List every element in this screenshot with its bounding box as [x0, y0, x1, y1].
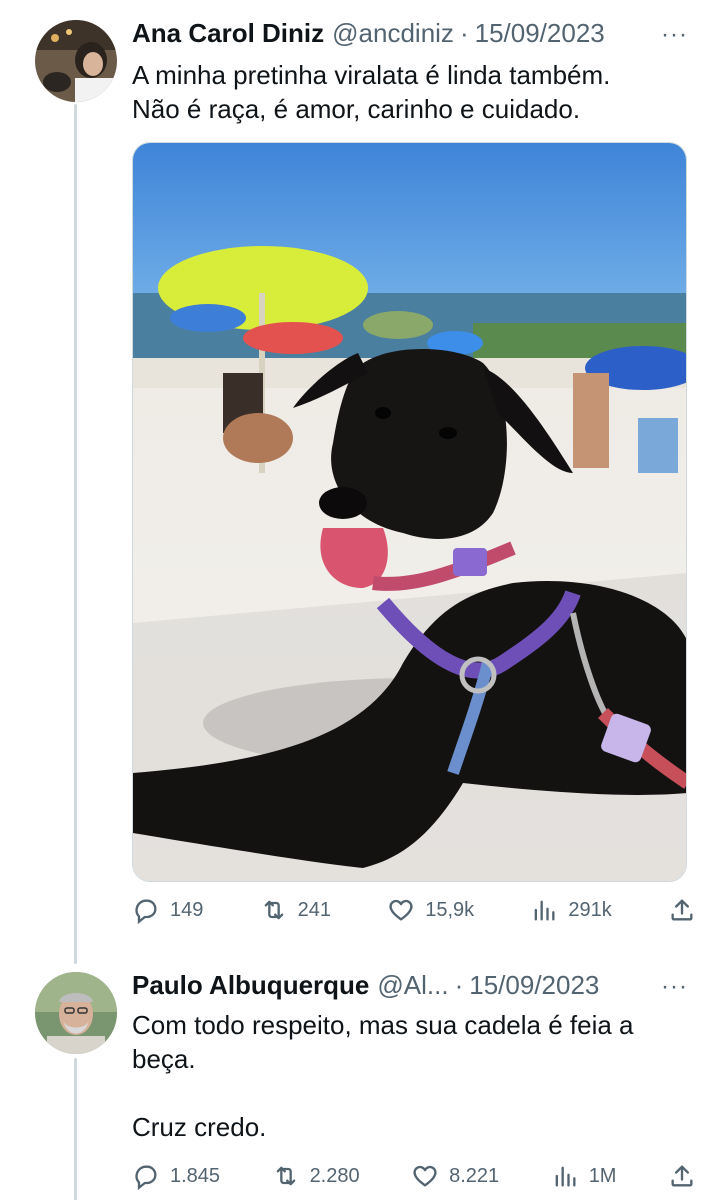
share-icon — [671, 1165, 693, 1187]
share-icon — [671, 899, 693, 921]
tweet-actions: 1.845 2.280 8.221 1M — [132, 1162, 696, 1190]
reply-icon — [135, 899, 157, 924]
tweet-text: A minha pretinha viralata é linda também… — [132, 60, 611, 124]
reply-button[interactable]: 149 — [132, 896, 203, 924]
view-count: 1M — [588, 1164, 617, 1187]
separator: · — [459, 18, 469, 48]
retweet-icon — [264, 900, 283, 920]
share-button[interactable] — [668, 896, 696, 924]
tweet-header: Ana Carol Diniz @ancdiniz · 15/09/2023 ·… — [132, 16, 700, 50]
tweet-text: Com todo respeito, mas sua cadela é feia… — [132, 1010, 634, 1142]
tweet[interactable]: Ana Carol Diniz @ancdiniz · 15/09/2023 ·… — [0, 0, 720, 960]
separator: · — [454, 970, 464, 1000]
tweet-reply[interactable]: Paulo Albuquerque @Al... · 15/09/2023 ··… — [0, 960, 720, 1200]
like-count: 15,9k — [425, 898, 475, 921]
more-icon[interactable]: ··· — [661, 970, 688, 1004]
author-handle[interactable]: @Al... — [377, 968, 448, 1002]
reply-icon — [135, 1165, 157, 1190]
author-name[interactable]: Ana Carol Diniz — [132, 16, 324, 50]
tweet-photo[interactable] — [132, 142, 687, 882]
like-icon — [413, 1165, 437, 1187]
like-button[interactable]: 8.221 — [411, 1162, 499, 1190]
tweet-header: Paulo Albuquerque @Al... · 15/09/2023 ··… — [132, 968, 700, 1002]
retweet-button[interactable]: 2.280 — [272, 1162, 360, 1190]
avatar[interactable] — [35, 20, 117, 102]
tweet-date[interactable]: 15/09/2023 — [475, 16, 605, 50]
tweet-date[interactable]: 15/09/2023 — [469, 968, 599, 1002]
like-button[interactable]: 15,9k — [387, 896, 474, 924]
retweet-icon — [276, 1166, 295, 1186]
tweet-actions: 149 241 15,9k 291k — [132, 896, 696, 924]
views-button[interactable]: 291k — [530, 896, 612, 924]
share-button[interactable] — [668, 1162, 696, 1190]
photo-dog-on-beach — [133, 143, 686, 881]
retweet-count: 241 — [297, 898, 331, 921]
like-icon — [389, 899, 413, 921]
views-icon — [555, 1166, 576, 1187]
author-handle[interactable]: @ancdiniz — [332, 16, 454, 50]
views-button[interactable]: 1M — [551, 1162, 617, 1190]
more-icon[interactable]: ··· — [661, 18, 688, 52]
author-name[interactable]: Paulo Albuquerque — [132, 968, 369, 1002]
view-count: 291k — [568, 898, 612, 921]
reply-count: 1.845 — [170, 1164, 221, 1187]
retweet-button[interactable]: 241 — [260, 896, 331, 924]
avatar[interactable] — [35, 972, 117, 1054]
reply-button[interactable]: 1.845 — [132, 1162, 220, 1190]
retweet-count: 2.280 — [309, 1164, 360, 1187]
views-icon — [535, 900, 555, 921]
like-count: 8.221 — [449, 1164, 500, 1187]
reply-count: 149 — [170, 898, 204, 921]
